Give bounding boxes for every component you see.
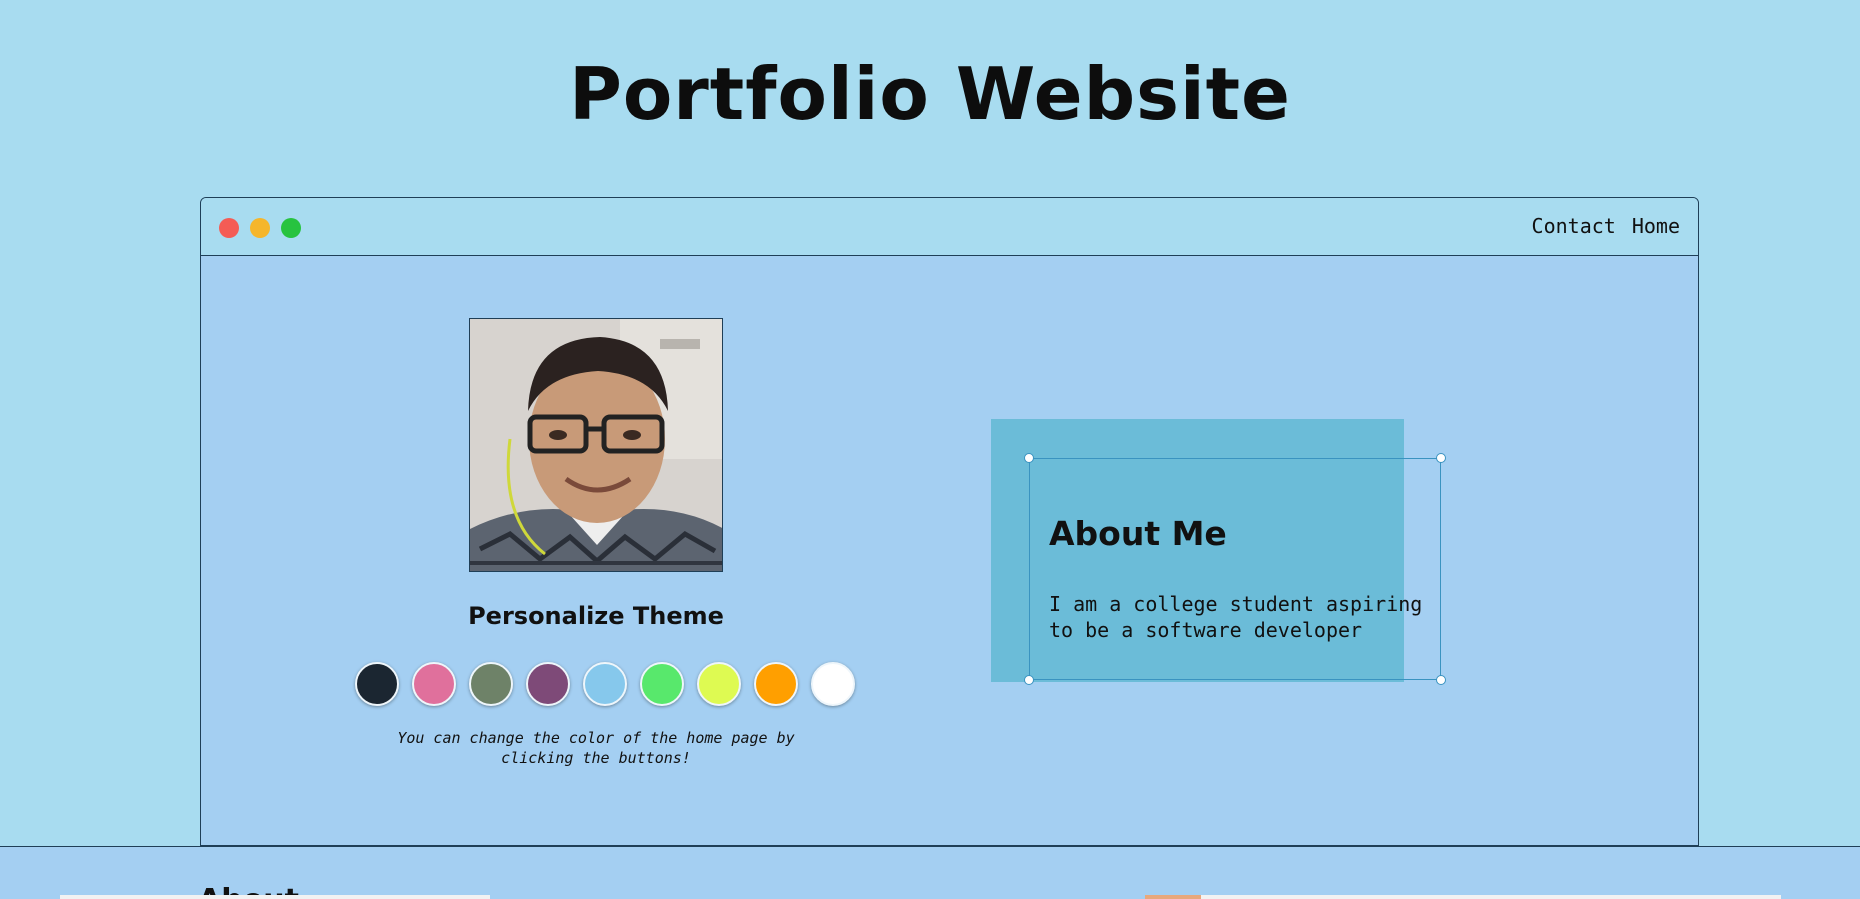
resize-handle-top-right[interactable] — [1436, 453, 1446, 463]
about-card-selection-frame[interactable] — [1029, 458, 1441, 680]
theme-swatch-sky[interactable] — [583, 662, 627, 706]
theme-swatch-sage[interactable] — [469, 662, 513, 706]
close-window-dot[interactable] — [219, 218, 239, 238]
theme-swatch-purple[interactable] — [526, 662, 570, 706]
theme-swatches — [355, 662, 855, 706]
resize-handle-top-left[interactable] — [1024, 453, 1034, 463]
theme-swatch-orange[interactable] — [754, 662, 798, 706]
theme-swatch-white[interactable] — [811, 662, 855, 706]
about-me-text: I am a college student aspiring to be a … — [1049, 592, 1423, 642]
profile-photo — [469, 318, 723, 572]
theme-swatch-lime[interactable] — [697, 662, 741, 706]
resize-handle-bottom-right[interactable] — [1436, 675, 1446, 685]
browser-window: Contact Home Personalize Theme You can c… — [200, 197, 1699, 846]
maximize-window-dot[interactable] — [281, 218, 301, 238]
image-strip — [1145, 895, 1201, 899]
content-strip — [60, 895, 490, 899]
personalize-theme-heading: Personalize Theme — [468, 602, 724, 630]
site-title: Portfolio Website — [569, 52, 1291, 136]
resize-handle-bottom-left[interactable] — [1024, 675, 1034, 685]
theme-hint-text: You can change the color of the home pag… — [397, 729, 795, 767]
minimize-window-dot[interactable] — [250, 218, 270, 238]
nav-contact-link[interactable]: Contact — [1532, 214, 1616, 238]
window-nav: Contact Home — [1532, 214, 1680, 238]
nav-home-link[interactable]: Home — [1632, 214, 1680, 238]
about-section: About — [0, 846, 1860, 899]
about-me-heading: About Me — [1049, 514, 1227, 553]
theme-swatch-green[interactable] — [640, 662, 684, 706]
window-titlebar: Contact Home — [201, 198, 1698, 256]
content-strip — [1201, 895, 1781, 899]
theme-swatch-pink[interactable] — [412, 662, 456, 706]
theme-swatch-navy[interactable] — [355, 662, 399, 706]
